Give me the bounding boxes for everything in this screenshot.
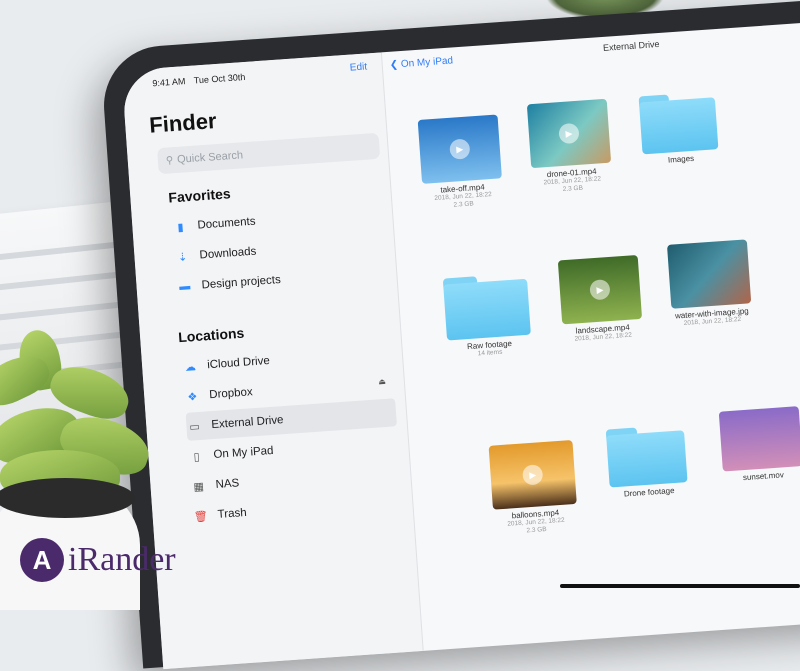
favorites-heading: Favorites xyxy=(167,185,232,206)
search-input[interactable]: ⚲ Quick Search xyxy=(156,132,381,175)
ipad-device: 9:41 AM Tue Oct 30th Edit Finder ⚲ Quick… xyxy=(100,0,800,670)
file-item[interactable]: ▶ balloons.mp4 2018, Jun 22, 18:22 2.3 G… xyxy=(481,439,587,539)
search-icon: ⚲ xyxy=(165,154,174,167)
folder-icon xyxy=(605,424,688,488)
sidebar-item-label: NAS xyxy=(215,477,240,491)
play-icon: ▶ xyxy=(449,138,471,160)
pot-soil xyxy=(0,478,135,518)
status-bar: 9:41 AM Tue Oct 30th xyxy=(152,71,252,89)
ipad-icon: ▯ xyxy=(193,450,201,463)
back-button[interactable]: ❮ On My iPad xyxy=(389,55,453,70)
folder-icon xyxy=(638,91,719,155)
cloud-icon: ☁ xyxy=(184,360,197,374)
drive-icon: ▭ xyxy=(188,420,201,434)
search-placeholder: Quick Search xyxy=(176,149,244,166)
page-title: Finder xyxy=(148,108,218,138)
folder-icon: ▬ xyxy=(178,280,191,294)
sidebar-item-label: Trash xyxy=(217,506,248,521)
document-icon: ▮ xyxy=(177,221,185,234)
file-browser: ❮ On My iPad External Drive ▶ take-off.m… xyxy=(383,18,800,651)
file-item[interactable]: sunset.mov xyxy=(709,405,800,484)
brand-text: iRander xyxy=(68,541,176,578)
trash-icon: 🗑 xyxy=(193,510,209,524)
file-item[interactable]: ▶ take-off.mp4 2018, Jun 22, 18:22 2.3 G… xyxy=(408,114,514,214)
folder-item[interactable]: Raw footage 14 items xyxy=(435,272,541,361)
file-item[interactable]: ▶ landscape.mp4 2018, Jun 22, 18:22 xyxy=(548,254,654,345)
back-label: On My iPad xyxy=(400,55,454,71)
file-item[interactable]: water-with-image.jpg 2018, Jun 22, 18:22 xyxy=(657,239,763,330)
watermark: A iRander xyxy=(20,538,176,582)
sidebar-item-label: Documents xyxy=(197,215,256,232)
folder-title: External Drive xyxy=(602,38,660,53)
folder-item[interactable]: Images xyxy=(627,90,732,167)
play-icon: ▶ xyxy=(522,464,544,486)
status-date: Tue Oct 30th xyxy=(193,71,246,86)
sidebar-item-label: External Drive xyxy=(211,414,284,432)
play-icon: ▶ xyxy=(589,279,611,301)
status-time: 9:41 AM xyxy=(152,76,186,89)
brand-logo: A xyxy=(20,538,64,582)
sidebar-item-label: Design projects xyxy=(201,273,282,292)
folder-item[interactable]: Drone footage xyxy=(595,423,700,500)
ipad-screen: 9:41 AM Tue Oct 30th Edit Finder ⚲ Quick… xyxy=(121,17,800,670)
locations-heading: Locations xyxy=(177,324,245,346)
file-item[interactable]: ▶ drone-01.mp4 2018, Jun 22, 18:22 2.3 G… xyxy=(517,98,623,198)
edit-button[interactable]: Edit xyxy=(349,61,367,73)
home-indicator xyxy=(560,584,800,588)
sidebar-item-label: Dropbox xyxy=(208,386,254,402)
eject-icon[interactable]: ⏏ xyxy=(378,377,386,387)
server-icon: ▦ xyxy=(193,480,205,494)
play-icon: ▶ xyxy=(558,122,580,145)
sidebar-item-label: iCloud Drive xyxy=(206,354,271,372)
download-icon: ⇣ xyxy=(177,250,188,264)
sidebar-item-label: Downloads xyxy=(199,245,257,262)
folder-icon xyxy=(442,273,531,341)
dropbox-icon: ❖ xyxy=(187,390,198,404)
sidebar-item-label: On My iPad xyxy=(213,444,274,462)
